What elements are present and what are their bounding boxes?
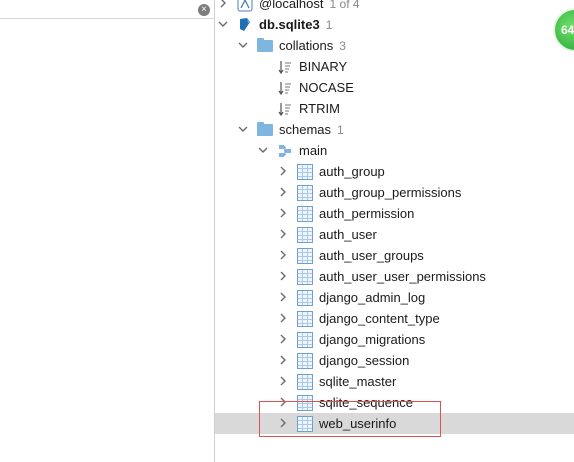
chevron-right-icon[interactable] [277, 312, 289, 324]
sqlite-database-icon [237, 16, 253, 32]
table-icon [297, 332, 313, 348]
chevron-right-icon[interactable] [277, 228, 289, 240]
tree-label: auth_permission [319, 206, 415, 221]
tree-node-table[interactable]: django_content_type [215, 308, 574, 329]
chevron-right-icon[interactable] [277, 354, 289, 366]
table-icon [297, 164, 313, 180]
tree-node-table[interactable]: django_session [215, 350, 574, 371]
folder-icon [257, 38, 273, 52]
tree-label: web_userinfo [319, 416, 397, 431]
tree-node-table[interactable]: auth_permission [215, 203, 574, 224]
chevron-right-icon[interactable] [217, 0, 229, 9]
chevron-right-icon[interactable] [277, 186, 289, 198]
table-icon [297, 206, 313, 222]
tree-label: auth_group [319, 164, 385, 179]
chevron-right-icon[interactable] [277, 333, 289, 345]
table-icon [297, 269, 313, 285]
table-icon [297, 185, 313, 201]
chevron-right-icon[interactable] [277, 396, 289, 408]
tree-node-table[interactable]: auth_user_groups [215, 245, 574, 266]
tree-node-collations[interactable]: collations 3 [215, 35, 574, 56]
tree-label: django_migrations [319, 332, 426, 347]
tree-label: collations 3 [279, 38, 346, 53]
tree-node-collation[interactable]: NOCASE [215, 77, 574, 98]
tree-node-database[interactable]: db.sqlite3 1 [215, 14, 574, 35]
tree-label: @localhost 1 of 4 [259, 0, 360, 11]
tree-label: main [299, 143, 328, 158]
tree-node-table[interactable]: auth_user_user_permissions [215, 266, 574, 287]
schema-icon [277, 143, 293, 159]
chevron-right-icon[interactable] [277, 165, 289, 177]
tree-node-localhost[interactable]: @localhost 1 of 4 [215, 0, 574, 14]
chevron-right-icon[interactable] [277, 249, 289, 261]
table-icon [297, 248, 313, 264]
tree-label: auth_user [319, 227, 377, 242]
tree-label: django_admin_log [319, 290, 426, 305]
tree-label: sqlite_master [319, 374, 397, 389]
chevron-right-icon[interactable] [277, 270, 289, 282]
connection-icon [237, 0, 253, 12]
sort-collation-icon [277, 80, 293, 96]
tree-label: db.sqlite3 1 [259, 17, 333, 32]
chevron-down-icon[interactable] [237, 39, 249, 51]
tree-node-table[interactable]: auth_group_permissions [215, 182, 574, 203]
clear-search-icon[interactable]: × [198, 4, 210, 16]
tree-node-schemas[interactable]: schemas 1 [215, 119, 574, 140]
chevron-right-icon[interactable] [277, 291, 289, 303]
tree-label: auth_group_permissions [319, 185, 462, 200]
table-icon [297, 311, 313, 327]
chevron-down-icon[interactable] [237, 123, 249, 135]
tree-label: NOCASE [299, 80, 354, 95]
chevron-right-icon[interactable] [277, 417, 289, 429]
chevron-down-icon[interactable] [217, 18, 229, 30]
tree-label: BINARY [299, 59, 348, 74]
table-icon [297, 395, 313, 411]
chevron-right-icon[interactable] [277, 207, 289, 219]
left-pane: × [0, 0, 214, 462]
tree-label: auth_user_user_permissions [319, 269, 486, 284]
tree-node-table[interactable]: auth_user [215, 224, 574, 245]
tree-label: auth_user_groups [319, 248, 424, 263]
tree-node-table[interactable]: web_userinfo [215, 413, 574, 434]
search-input[interactable] [0, 18, 214, 19]
tree-node-table[interactable]: auth_group [215, 161, 574, 182]
tree-label: django_content_type [319, 311, 440, 326]
tree-node-table[interactable]: django_migrations [215, 329, 574, 350]
tree-node-table[interactable]: sqlite_master [215, 371, 574, 392]
table-icon [297, 227, 313, 243]
table-icon [297, 290, 313, 306]
tree-label: schemas 1 [279, 122, 344, 137]
table-icon [297, 374, 313, 390]
folder-icon [257, 122, 273, 136]
tree-node-table[interactable]: django_admin_log [215, 287, 574, 308]
sort-collation-icon [277, 59, 293, 75]
table-icon [297, 416, 313, 432]
chevron-down-icon[interactable] [257, 144, 269, 156]
tree-label: sqlite_sequence [319, 395, 413, 410]
table-icon [297, 353, 313, 369]
tree-label: RTRIM [299, 101, 340, 116]
sort-collation-icon [277, 101, 293, 117]
tree-node-collation[interactable]: BINARY [215, 56, 574, 77]
tree-node-main-schema[interactable]: main [215, 140, 574, 161]
chevron-right-icon[interactable] [277, 375, 289, 387]
database-tree: @localhost 1 of 4 db.sqlite3 1 collations 3… [215, 0, 574, 462]
tree-node-collation[interactable]: RTRIM [215, 98, 574, 119]
tree-node-table[interactable]: sqlite_sequence [215, 392, 574, 413]
tree-label: django_session [319, 353, 410, 368]
